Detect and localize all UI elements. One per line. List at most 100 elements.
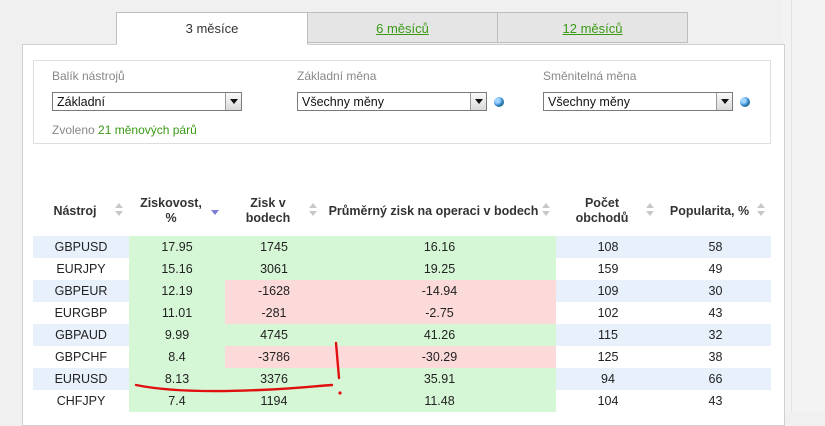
column-header-trades[interactable]: Počet obchodů: [556, 186, 660, 236]
chevron-down-icon[interactable]: [716, 93, 732, 110]
cell-trades: 102: [556, 302, 660, 324]
cell-points: 4745: [225, 324, 323, 346]
cell-popularity: 49: [660, 258, 771, 280]
sort-icon[interactable]: [115, 203, 123, 219]
cell-points: 3376: [225, 368, 323, 390]
cell-points: -3786: [225, 346, 323, 368]
selected-pairs-info: Zvoleno 21 měnových párů: [52, 123, 197, 137]
column-header-points[interactable]: Zisk v bodech: [225, 186, 323, 236]
cell-trades: 109: [556, 280, 660, 302]
tab-label[interactable]: 12 měsíců: [563, 21, 623, 36]
base-currency-label: Základní měna: [297, 69, 377, 83]
selected-pairs-link[interactable]: 21 měnových párů: [98, 123, 197, 137]
cell-profitability: 17.95: [129, 236, 225, 258]
cell-popularity: 43: [660, 390, 771, 412]
cell-profitability: 8.4: [129, 346, 225, 368]
cell-instrument: GBPEUR: [33, 280, 129, 302]
table-row[interactable]: GBPEUR 12.19 -1628 -14.94 109 30: [33, 280, 771, 302]
column-header-popularity[interactable]: Popularita, %: [660, 186, 771, 236]
cell-popularity: 58: [660, 236, 771, 258]
cell-avg: -14.94: [323, 280, 556, 302]
header-label: Popularita, %: [669, 203, 750, 218]
cell-instrument: EURJPY: [33, 258, 129, 280]
sort-icon[interactable]: [309, 203, 317, 219]
sort-icon[interactable]: [646, 203, 654, 219]
table-row[interactable]: GBPUSD 17.95 1745 16.16 108 58: [33, 236, 771, 258]
cell-trades: 94: [556, 368, 660, 390]
sort-desc-icon[interactable]: [211, 203, 219, 219]
counter-currency-value: Všechny měny: [548, 95, 630, 109]
cell-instrument: CHFJPY: [33, 390, 129, 412]
toolset-select[interactable]: Základní: [52, 92, 242, 111]
chevron-down-icon[interactable]: [225, 93, 241, 110]
table-row[interactable]: GBPCHF 8.4 -3786 -30.29 125 38: [33, 346, 771, 368]
cell-avg: 16.16: [323, 236, 556, 258]
cell-profitability: 7.4: [129, 390, 225, 412]
table-row[interactable]: EURGBP 11.01 -281 -2.75 102 43: [33, 302, 771, 324]
tab-label[interactable]: 6 měsíců: [376, 21, 429, 36]
cell-instrument: EURGBP: [33, 302, 129, 324]
cell-points: -1628: [225, 280, 323, 302]
column-header-average[interactable]: Průměrný zisk na operaci v bodech: [323, 186, 556, 236]
cell-profitability: 9.99: [129, 324, 225, 346]
header-label: Počet obchodů: [575, 196, 629, 225]
cell-popularity: 32: [660, 324, 771, 346]
base-currency-value: Všechny měny: [302, 95, 384, 109]
cell-instrument: GBPCHF: [33, 346, 129, 368]
cell-popularity: 38: [660, 346, 771, 368]
cell-trades: 125: [556, 346, 660, 368]
cell-avg: 11.48: [323, 390, 556, 412]
base-currency-select[interactable]: Všechny měny: [297, 92, 487, 111]
cell-instrument: EURUSD: [33, 368, 129, 390]
results-table: Nástroj Ziskovost, % Zisk v bodech Průmě…: [33, 186, 771, 412]
tab-label: 3 měsíce: [185, 21, 239, 36]
cell-avg: -30.29: [323, 346, 556, 368]
toolset-value: Základní: [57, 95, 105, 109]
cell-points: 3061: [225, 258, 323, 280]
cell-instrument: GBPUSD: [33, 236, 129, 258]
column-header-instrument[interactable]: Nástroj: [33, 186, 129, 236]
column-header-profitability[interactable]: Ziskovost, %: [129, 186, 225, 236]
toolset-label: Balík nástrojů: [52, 69, 125, 83]
cell-avg: 35.91: [323, 368, 556, 390]
chevron-down-icon[interactable]: [470, 93, 486, 110]
sort-icon[interactable]: [757, 203, 765, 219]
cell-avg: 41.26: [323, 324, 556, 346]
cell-trades: 159: [556, 258, 660, 280]
cell-popularity: 66: [660, 368, 771, 390]
table-row[interactable]: CHFJPY 7.4 1194 11.48 104 43: [33, 390, 771, 412]
cell-profitability: 8.13: [129, 368, 225, 390]
counter-currency-select[interactable]: Všechny měny: [543, 92, 733, 111]
header-label: Ziskovost, %: [140, 196, 202, 225]
cell-profitability: 15.16: [129, 258, 225, 280]
cell-avg: 19.25: [323, 258, 556, 280]
cell-profitability: 11.01: [129, 302, 225, 324]
table-header-row: Nástroj Ziskovost, % Zisk v bodech Průmě…: [33, 186, 771, 236]
cell-trades: 115: [556, 324, 660, 346]
cell-points: -281: [225, 302, 323, 324]
right-gutter: [783, 0, 825, 412]
header-label: Zisk v bodech: [245, 196, 291, 225]
table-row[interactable]: EURJPY 15.16 3061 19.25 159 49: [33, 258, 771, 280]
cell-instrument: GBPAUD: [33, 324, 129, 346]
cell-points: 1194: [225, 390, 323, 412]
globe-icon[interactable]: [740, 97, 750, 107]
tab-3-months[interactable]: 3 měsíce: [116, 12, 308, 45]
tab-12-months[interactable]: 12 měsíců: [497, 12, 688, 43]
globe-icon[interactable]: [494, 97, 504, 107]
cell-trades: 108: [556, 236, 660, 258]
cell-popularity: 30: [660, 280, 771, 302]
selected-prefix: Zvoleno: [52, 123, 95, 137]
cell-points: 1745: [225, 236, 323, 258]
table-row[interactable]: EURUSD 8.13 3376 35.91 94 66: [33, 368, 771, 390]
sort-icon[interactable]: [542, 203, 550, 219]
table-row[interactable]: GBPAUD 9.99 4745 41.26 115 32: [33, 324, 771, 346]
counter-currency-label: Směnitelná měna: [543, 69, 637, 83]
cell-popularity: 43: [660, 302, 771, 324]
tab-6-months[interactable]: 6 měsíců: [307, 12, 498, 43]
cell-avg: -2.75: [323, 302, 556, 324]
table-body: GBPUSD 17.95 1745 16.16 108 58 EURJPY 15.16 3061…: [33, 236, 771, 412]
cell-profitability: 12.19: [129, 280, 225, 302]
left-gutter: [0, 0, 23, 412]
cell-trades: 104: [556, 390, 660, 412]
